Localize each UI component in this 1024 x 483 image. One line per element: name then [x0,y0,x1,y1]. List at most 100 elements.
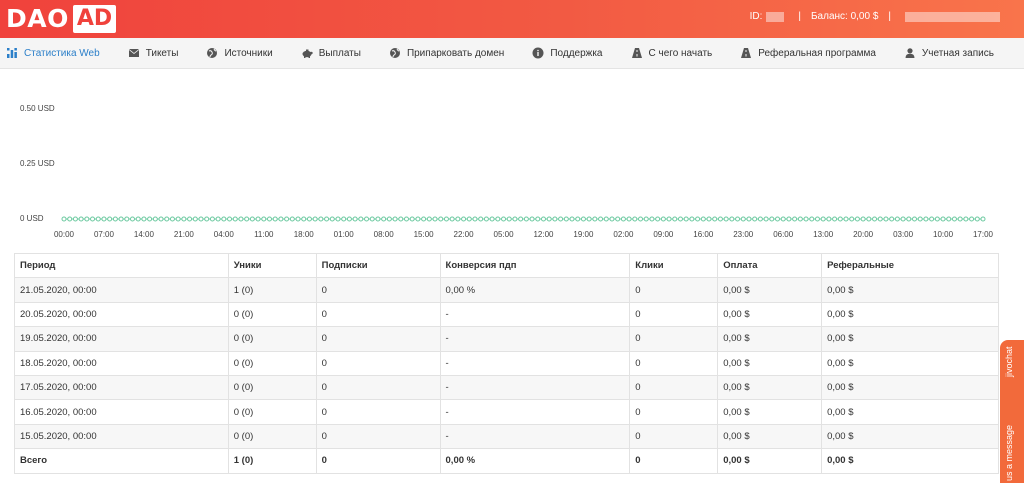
data-point[interactable] [837,216,843,222]
data-point[interactable] [398,216,404,222]
data-point[interactable] [717,216,723,222]
data-point[interactable] [769,216,775,222]
nav-item-7[interactable]: Реферальная программа [740,47,876,59]
data-point[interactable] [501,216,507,222]
data-point[interactable] [386,216,392,222]
jivochat-tab[interactable]: us a message jivochat [1000,340,1024,483]
data-point[interactable] [546,216,552,222]
data-point[interactable] [980,216,986,222]
data-point[interactable] [563,216,569,222]
data-point[interactable] [934,216,940,222]
data-point[interactable] [329,216,335,222]
data-point[interactable] [912,216,918,222]
data-point[interactable] [740,216,746,222]
data-point[interactable] [341,216,347,222]
data-point[interactable] [917,216,923,222]
data-point[interactable] [957,216,963,222]
data-point[interactable] [626,216,632,222]
data-point[interactable] [797,216,803,222]
column-header[interactable]: Подписки [315,252,441,279]
data-point[interactable] [352,216,358,222]
data-point[interactable] [638,216,644,222]
data-point[interactable] [609,216,615,222]
data-point[interactable] [780,216,786,222]
data-point[interactable] [312,216,318,222]
data-point[interactable] [929,216,935,222]
data-point[interactable] [72,216,78,222]
data-point[interactable] [306,216,312,222]
data-point[interactable] [438,216,444,222]
data-point[interactable] [969,216,975,222]
data-point[interactable] [272,216,278,222]
data-point[interactable] [124,216,130,222]
data-point[interactable] [575,216,581,222]
data-point[interactable] [906,216,912,222]
data-point[interactable] [187,216,193,222]
data-point[interactable] [586,216,592,222]
nav-item-0[interactable]: Статистика Web [6,47,100,59]
data-point[interactable] [318,216,324,222]
data-point[interactable] [141,216,147,222]
data-point[interactable] [558,216,564,222]
data-point[interactable] [592,216,598,222]
column-header[interactable]: Клики [629,252,719,279]
data-point[interactable] [620,216,626,222]
dao-ad-logo[interactable]: DAO AD [6,4,117,34]
data-point[interactable] [683,216,689,222]
data-point[interactable] [215,216,221,222]
column-header[interactable]: Оплата [717,252,823,279]
data-point[interactable] [752,216,758,222]
data-point[interactable] [112,216,118,222]
data-point[interactable] [775,216,781,222]
nav-item-5[interactable]: Поддержка [532,47,603,59]
data-point[interactable] [204,216,210,222]
data-point[interactable] [90,216,96,222]
data-point[interactable] [963,216,969,222]
data-point[interactable] [832,216,838,222]
data-point[interactable] [61,216,67,222]
data-point[interactable] [569,216,575,222]
data-point[interactable] [278,216,284,222]
data-point[interactable] [666,216,672,222]
data-point[interactable] [346,216,352,222]
data-point[interactable] [483,216,489,222]
data-point[interactable] [78,216,84,222]
data-point[interactable] [266,216,272,222]
data-point[interactable] [426,216,432,222]
data-point[interactable] [432,216,438,222]
data-point[interactable] [529,216,535,222]
data-point[interactable] [403,216,409,222]
data-point[interactable] [221,216,227,222]
data-point[interactable] [284,216,290,222]
data-point[interactable] [158,216,164,222]
data-point[interactable] [786,216,792,222]
data-point[interactable] [866,216,872,222]
data-point[interactable] [603,216,609,222]
nav-item-4[interactable]: Припарковать домен [389,47,504,59]
data-point[interactable] [255,216,261,222]
column-header[interactable]: Реферальные [821,252,999,279]
data-point[interactable] [289,216,295,222]
data-point[interactable] [261,216,267,222]
data-point[interactable] [552,216,558,222]
data-point[interactable] [227,216,233,222]
data-point[interactable] [192,216,198,222]
data-point[interactable] [923,216,929,222]
data-point[interactable] [375,216,381,222]
data-point[interactable] [101,216,107,222]
data-point[interactable] [814,216,820,222]
data-point[interactable] [643,216,649,222]
data-point[interactable] [695,216,701,222]
data-point[interactable] [540,216,546,222]
data-point[interactable] [677,216,683,222]
data-point[interactable] [95,216,101,222]
data-point[interactable] [649,216,655,222]
data-point[interactable] [894,216,900,222]
data-point[interactable] [169,216,175,222]
data-point[interactable] [421,216,427,222]
data-point[interactable] [940,216,946,222]
data-point[interactable] [655,216,661,222]
data-point[interactable] [415,216,421,222]
data-point[interactable] [872,216,878,222]
nav-item-1[interactable]: Тикеты [128,47,178,59]
